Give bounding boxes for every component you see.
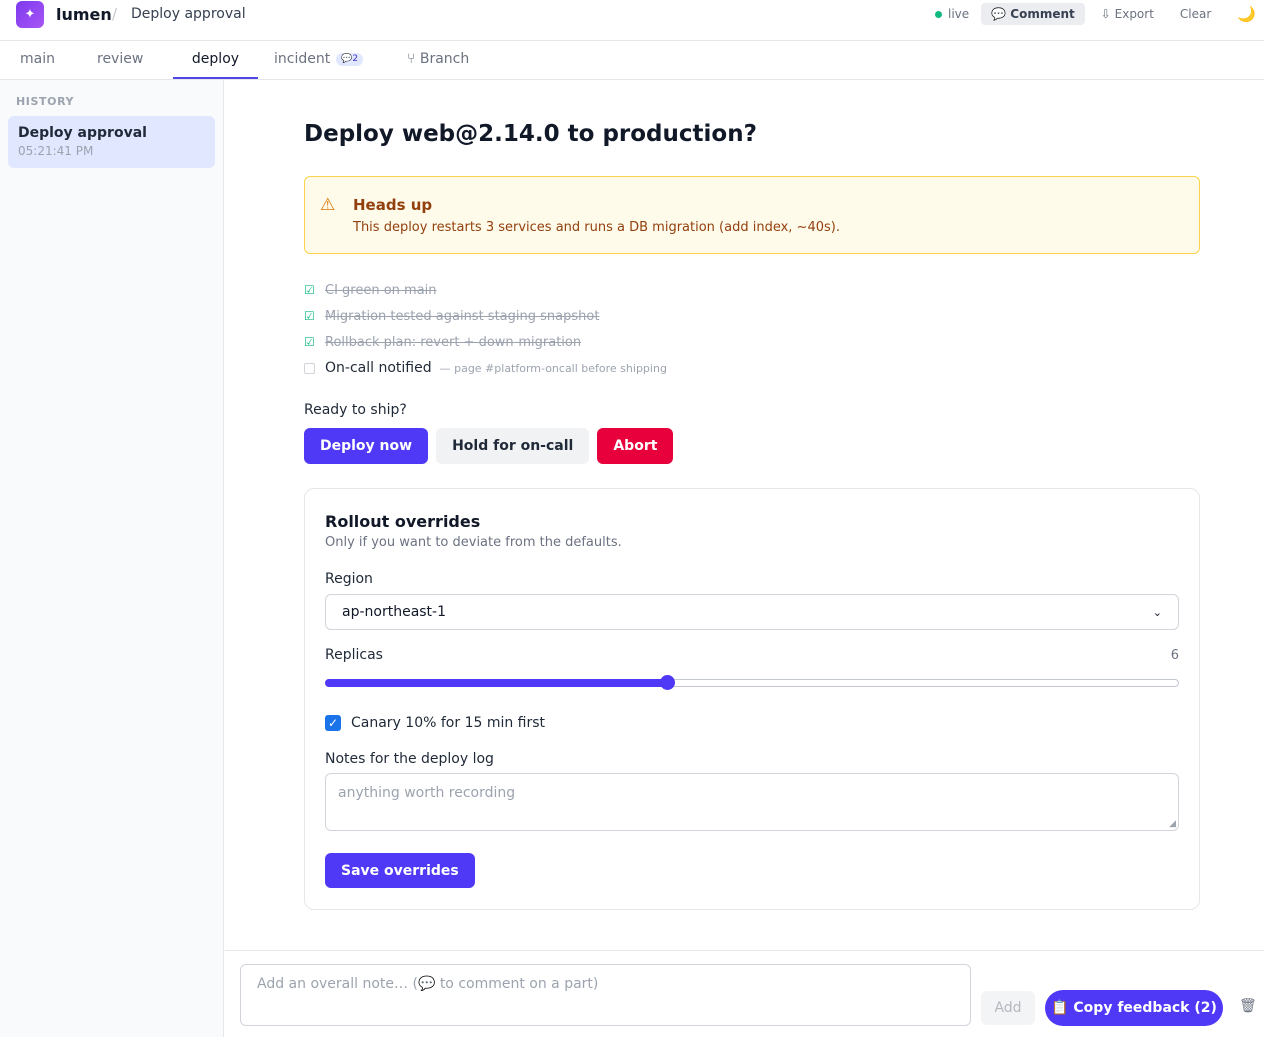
feedback-bar: Add an overall note… (💬 to comment on a … [225,950,1264,1037]
slider-thumb[interactable] [659,675,675,690]
slider-fill [325,679,667,687]
comment-count-badge: 💬2 [336,53,364,66]
card-title: Rollout overrides [325,512,481,531]
notes-label: Notes for the deploy log [325,751,494,767]
tab-deploy[interactable]: deploy [173,41,258,79]
notes-textarea[interactable]: anything worth recording ◢ [325,773,1179,831]
checklist-item[interactable]: ☑ Migration tested against staging snaps… [304,303,667,329]
note-placeholder: Add an overall note… (💬 to comment on a … [257,976,599,992]
unchecked-box-icon[interactable] [304,362,315,374]
canary-option[interactable]: ✓ Canary 10% for 15 min first [325,715,545,731]
deploy-now-button[interactable]: Deploy now [304,428,429,464]
ready-label: Ready to ship? [304,402,407,418]
save-overrides-button[interactable]: Save overrides [325,853,475,888]
warning-icon: ⚠ [320,195,336,215]
checked-box-icon[interactable]: ☑ [304,284,315,296]
alert-title: Heads up [353,196,433,214]
checked-box-icon[interactable]: ☑ [304,310,315,322]
comment-button[interactable]: 💬 Comment [981,3,1085,25]
tab-incident[interactable]: incident 💬2 [274,41,364,79]
add-note-button[interactable]: Add [981,991,1035,1025]
checklist-item[interactable]: ☑ CI green on main [304,277,667,303]
abort-button[interactable]: Abort [597,428,674,464]
app-logo-icon[interactable]: ✦ [16,1,44,28]
moon-icon[interactable]: 🌙 [1237,5,1256,23]
history-title: HISTORY [16,95,75,108]
region-label: Region [325,571,373,587]
replicas-label: Replicas [325,647,383,663]
top-bar: ✦ lumen / Deploy approval live 💬 Comment… [0,0,1264,41]
checklist-hint: — page #platform-oncall before shipping [439,361,667,375]
live-status: live [935,7,969,21]
canary-label: Canary 10% for 15 min first [351,715,546,731]
page-title: Deploy web@2.14.0 to production? [304,121,757,147]
region-value: ap-northeast-1 [342,604,447,620]
breadcrumb-separator: / [112,5,118,23]
notes-placeholder: anything worth recording [338,785,516,801]
history-item-title: Deploy approval [18,125,147,141]
resize-grip-icon[interactable]: ◢ [1169,819,1176,829]
brand-name: lumen [56,5,112,24]
copy-feedback-button[interactable]: 📋 Copy feedback (2) [1045,990,1223,1026]
status-dot-icon [935,10,942,18]
history-item[interactable]: Deploy approval 05:21:41 PM [8,116,215,168]
export-button[interactable]: ⇩ Export [1091,3,1164,25]
chevron-down-icon: ⌄ [1152,605,1162,619]
hold-button[interactable]: Hold for on-call [436,428,590,464]
branch-button[interactable]: ⑂ Branch [407,41,469,79]
tab-bar: main review deploy incident 💬2 ⑂ Branch [0,41,1264,80]
trash-icon[interactable]: 🗑 [1239,998,1257,1014]
action-buttons: Deploy now Hold for on-call Abort [304,428,674,464]
replicas-value: 6 [1170,648,1179,663]
overall-note-input[interactable]: Add an overall note… (💬 to comment on a … [240,964,971,1026]
warning-alert: ⚠ Heads up This deploy restarts 3 servic… [304,176,1200,254]
rollout-overrides-card: Rollout overrides Only if you want to de… [304,488,1200,910]
replicas-slider[interactable] [325,675,1179,690]
breadcrumb: Deploy approval [131,6,246,22]
live-status-label: live [948,7,970,21]
canary-checkbox[interactable]: ✓ [325,715,341,731]
region-select[interactable]: ap-northeast-1 ⌄ [325,594,1179,630]
history-sidebar: HISTORY Deploy approval 05:21:41 PM [0,80,224,1037]
header-actions: live 💬 Comment ⇩ Export Clear 🌙 [935,0,1264,28]
tab-review[interactable]: review [97,41,143,79]
tab-main[interactable]: main [20,41,55,79]
clear-button[interactable]: Clear [1170,3,1221,25]
main-content: Deploy web@2.14.0 to production? ⚠ Heads… [225,80,1264,950]
card-subtitle: Only if you want to deviate from the def… [325,535,622,550]
history-item-time: 05:21:41 PM [18,144,94,158]
alert-text: This deploy restarts 3 services and runs… [353,220,840,235]
checked-box-icon[interactable]: ☑ [304,336,315,348]
checklist: ☑ CI green on main ☑ Migration tested ag… [304,277,667,381]
checklist-item[interactable]: On-call notified — page #platform-oncall… [304,355,667,381]
checklist-item[interactable]: ☑ Rollback plan: revert + down-migration [304,329,667,355]
